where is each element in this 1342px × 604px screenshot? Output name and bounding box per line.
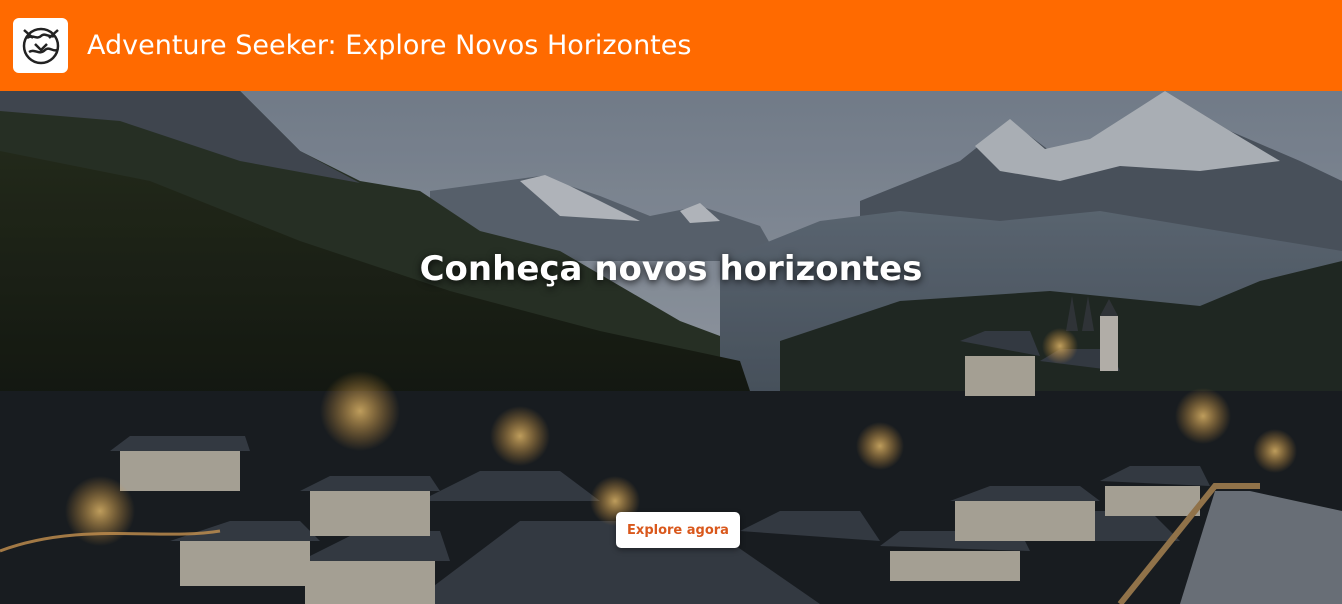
site-title: Adventure Seeker: Explore Novos Horizont… — [87, 30, 692, 61]
hero-banner: Conheça novos horizontes Explore agora — [0, 91, 1342, 604]
hero-heading: Conheça novos horizontes — [419, 249, 923, 289]
site-logo[interactable] — [13, 18, 68, 73]
explore-now-button[interactable]: Explore agora — [616, 512, 740, 548]
site-header: Adventure Seeker: Explore Novos Horizont… — [0, 0, 1342, 91]
globe-handshake-icon — [22, 27, 59, 64]
